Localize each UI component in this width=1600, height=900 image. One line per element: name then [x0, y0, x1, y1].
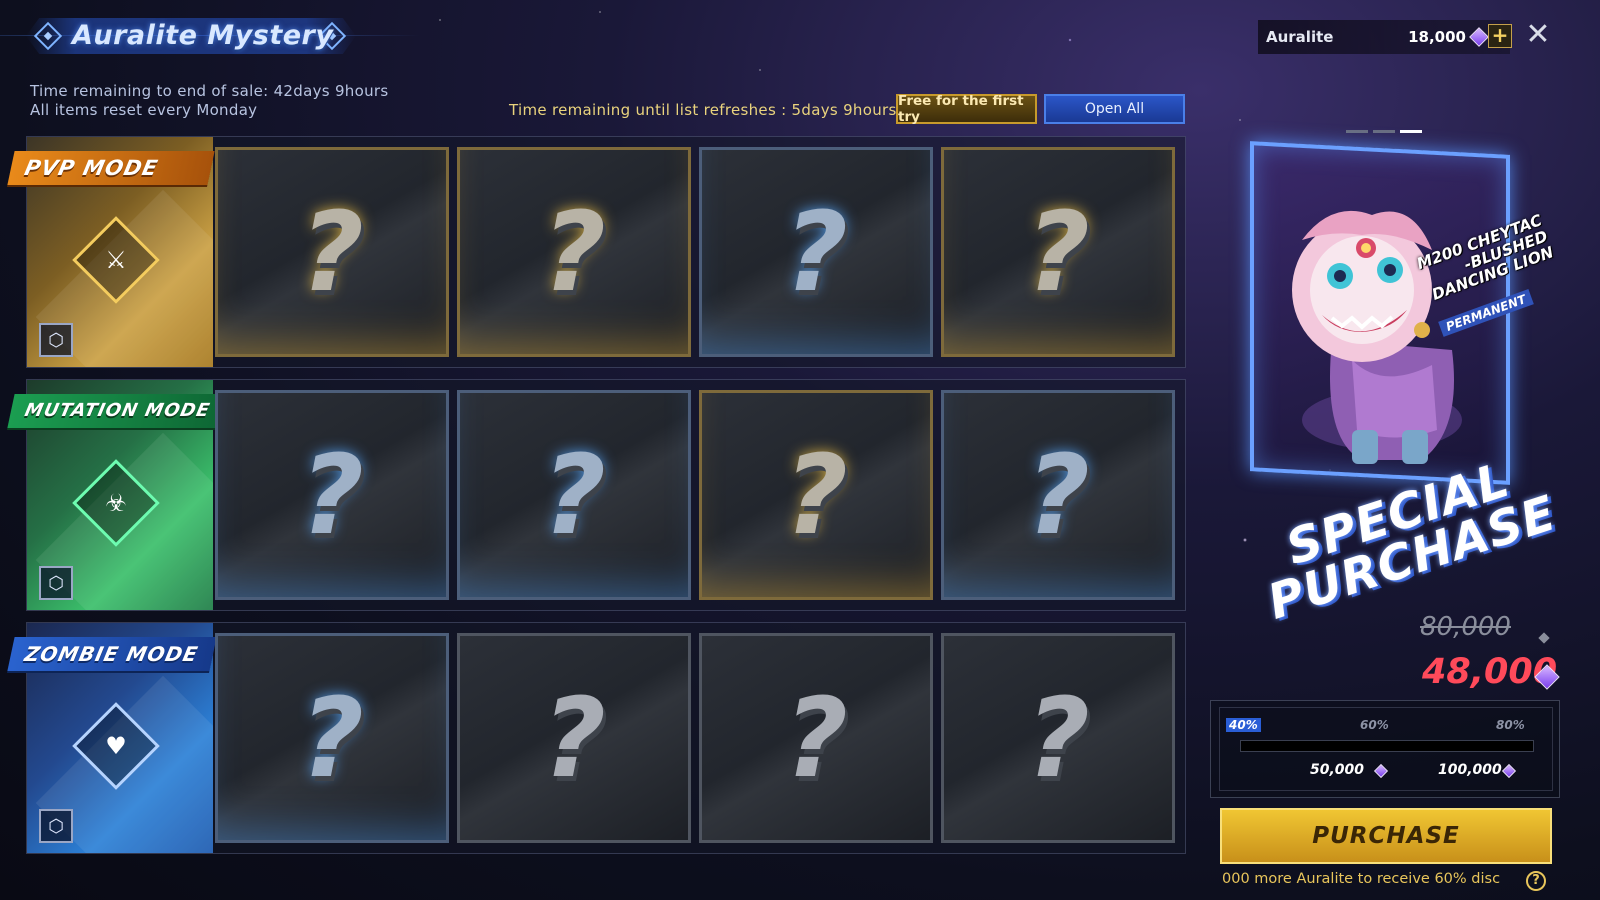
discount-tier-amount: 100,000	[1438, 762, 1502, 778]
mystery-card[interactable]: ?	[941, 390, 1175, 600]
discount-tier-inner: 40% 60% 50,000 80% 100,000	[1219, 707, 1553, 791]
auralite-gem-icon	[1538, 632, 1550, 644]
list-refresh-time: Time remaining until list refreshes : 5d…	[509, 101, 897, 119]
mystery-card[interactable]: ?	[215, 390, 449, 600]
mode-label: ZOMBIE MODE	[7, 637, 217, 671]
cube-icon[interactable]: ⬡	[39, 809, 73, 843]
mystery-card[interactable]: ?	[457, 147, 691, 357]
auralite-gem-icon	[1501, 763, 1517, 779]
original-price: 80,000	[1420, 612, 1511, 642]
discount-progress-track	[1240, 740, 1534, 752]
cube-icon[interactable]: ⬡	[39, 566, 73, 600]
discount-tier-panel: 40% 60% 50,000 80% 100,000	[1210, 700, 1560, 798]
auralite-gem-icon	[1373, 763, 1389, 779]
question-mark-icon: ?	[300, 188, 364, 316]
mystery-card[interactable]: ?	[457, 390, 691, 600]
mode-emblem-glyph: ⚔	[105, 246, 127, 274]
mystery-card[interactable]: ?	[699, 147, 933, 357]
mode-emblem-glyph: ☣	[105, 489, 127, 517]
add-auralite-button[interactable]: +	[1488, 24, 1512, 48]
discount-tier-amount: 50,000	[1310, 762, 1365, 778]
question-mark-icon: ?	[784, 188, 848, 316]
mode-label: MUTATION MODE	[7, 394, 239, 428]
mystery-card[interactable]: ?	[215, 633, 449, 843]
auralite-gem-icon	[1469, 27, 1489, 47]
sale-time-remaining: Time remaining to end of sale: 42days 9h…	[30, 82, 389, 100]
question-mark-icon: ?	[300, 431, 364, 559]
close-icon[interactable]: ✕	[1522, 20, 1554, 52]
page-title: Auralite Mystery	[72, 20, 334, 51]
free-first-try-button[interactable]: Free for the first try	[896, 93, 1037, 125]
mode-row: ⚔ ⬡ PVP MODE????	[7, 136, 1186, 368]
question-mark-icon: ?	[542, 674, 606, 802]
mystery-card[interactable]: ?	[941, 147, 1175, 357]
purchase-button[interactable]: PURCHASE	[1220, 808, 1552, 864]
reset-note: All items reset every Monday	[30, 101, 258, 119]
help-icon[interactable]: ?	[1526, 871, 1546, 891]
question-mark-icon: ?	[300, 674, 364, 802]
question-mark-icon: ?	[1026, 188, 1090, 316]
mystery-card[interactable]: ?	[215, 147, 449, 357]
open-all-button[interactable]: Open All	[1044, 94, 1185, 124]
discount-hint-text: 000 more Auralite to receive 60% disc	[1222, 871, 1501, 887]
question-mark-icon: ?	[542, 431, 606, 559]
mystery-card[interactable]: ?	[457, 633, 691, 843]
mode-label: PVP MODE	[7, 151, 215, 185]
discount-tier-label: 80%	[1496, 718, 1525, 732]
mystery-card[interactable]: ?	[699, 390, 933, 600]
discount-tier-label: 40%	[1226, 718, 1261, 732]
mode-row: ☣ ⬡ MUTATION MODE????	[7, 379, 1186, 611]
currency-bar: Auralite 18,000	[1258, 20, 1510, 54]
question-mark-icon: ?	[784, 431, 848, 559]
discount-tier-label: 60%	[1360, 718, 1389, 732]
question-mark-icon: ?	[1026, 431, 1090, 559]
pager-dot[interactable]	[1400, 130, 1422, 133]
discount-hint: 000 more Auralite to receive 60% disc	[1222, 871, 1518, 893]
mystery-card[interactable]: ?	[699, 633, 933, 843]
currency-label: Auralite	[1266, 28, 1334, 46]
pager-dot[interactable]	[1373, 130, 1395, 133]
question-mark-icon: ?	[784, 674, 848, 802]
mystery-card[interactable]: ?	[941, 633, 1175, 843]
title-bar: Auralite Mystery	[0, 14, 420, 58]
cube-icon[interactable]: ⬡	[39, 323, 73, 357]
question-mark-icon: ?	[1026, 674, 1090, 802]
pager-dot[interactable]	[1346, 130, 1368, 133]
currency-value: 18,000	[1408, 28, 1466, 46]
promo-pager	[1346, 130, 1426, 136]
discounted-price: 48,000	[1422, 652, 1558, 692]
mode-row: ♥ ⬡ ZOMBIE MODE????	[7, 622, 1186, 854]
question-mark-icon: ?	[542, 188, 606, 316]
mode-emblem-glyph: ♥	[105, 732, 127, 760]
